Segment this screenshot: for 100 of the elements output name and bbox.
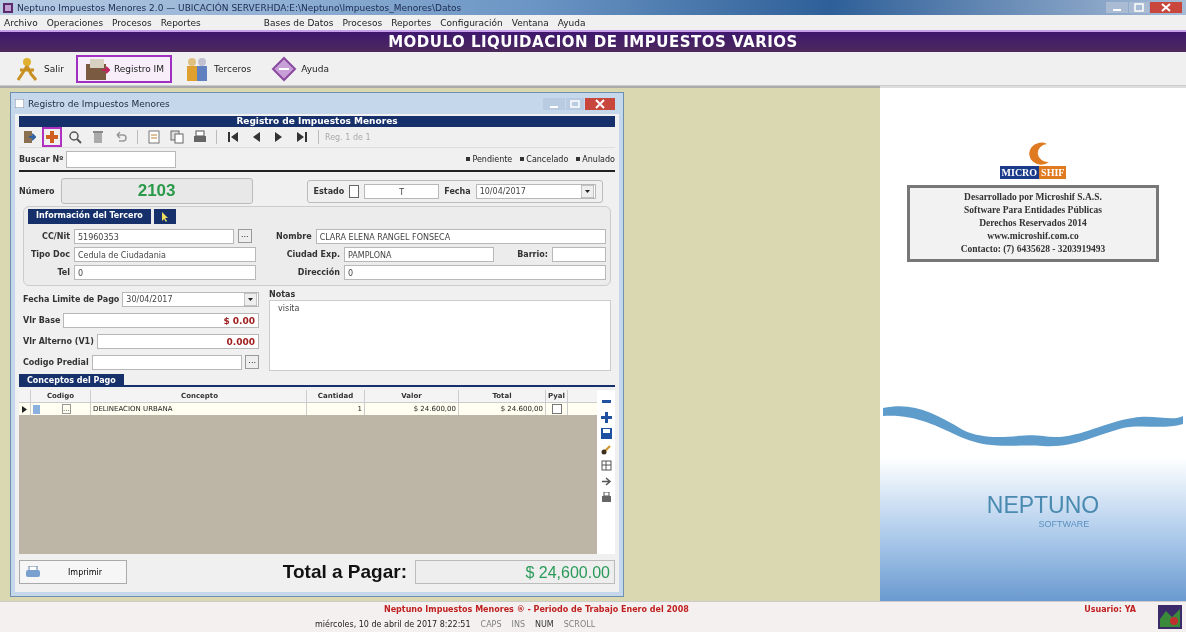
- field-label: Número: [19, 186, 55, 196]
- window-title: Registro de Impuestos Menores: [28, 98, 170, 109]
- product-subtitle: SOFTWARE: [1038, 519, 1090, 529]
- amount-field[interactable]: $ 0.00: [63, 312, 259, 328]
- status-field[interactable]: T: [364, 183, 440, 199]
- key-indicator: CAPS: [480, 619, 502, 629]
- copy-icon: [170, 130, 184, 144]
- legend-label: Cancelado: [526, 154, 569, 164]
- printer-icon[interactable]: [600, 492, 612, 503]
- trash-icon: [91, 130, 105, 144]
- document-type-field[interactable]: Cedula de Ciudadania: [74, 246, 256, 262]
- neighborhood-field[interactable]: [552, 246, 606, 262]
- id-field[interactable]: 51960353: [74, 228, 234, 244]
- phone-field[interactable]: 0: [74, 264, 256, 280]
- status-user: Usuario: YA: [1084, 605, 1136, 614]
- form-title: Registro de Impuestos Menores: [236, 116, 398, 126]
- menu-item[interactable]: Procesos: [112, 17, 152, 28]
- toolbar-button[interactable]: Registro IM: [75, 54, 173, 83]
- record-position: Reg. 1 de 1: [325, 132, 371, 142]
- plus-icon: [45, 130, 59, 144]
- field-label: Ciudad Exp.: [285, 249, 340, 259]
- info-line: Contacto: (7) 6435628 - 3203919493: [960, 243, 1106, 256]
- field-label: Fecha Limite de Pago: [23, 294, 120, 304]
- notes-field[interactable]: visita: [269, 300, 611, 371]
- brush-icon[interactable]: [600, 444, 612, 455]
- total-label: Total a Pagar:: [282, 561, 407, 583]
- date-field[interactable]: 30/04/2017: [122, 291, 259, 307]
- document-icon: [147, 130, 161, 144]
- logo-text: MICRO: [999, 166, 1040, 179]
- floppy-icon[interactable]: [600, 428, 612, 439]
- door-icon: [22, 130, 36, 144]
- form-icon: [15, 99, 24, 108]
- menu-item[interactable]: Reportes: [391, 17, 432, 28]
- caret-icon: [580, 184, 594, 198]
- close-icon[interactable]: [1150, 2, 1182, 13]
- menu-item[interactable]: Ventana: [511, 17, 549, 28]
- section-header: Información del Tercero: [28, 209, 151, 224]
- row-pointer-icon: [22, 405, 27, 413]
- info-line: Software Para Entidades Públicas: [964, 204, 1102, 217]
- logo-text: SHIF: [1039, 166, 1067, 179]
- field-label: Vlr Alterno (V1): [23, 336, 94, 346]
- field-label: Tipo Doc: [29, 249, 70, 259]
- toolbar-button[interactable]: Salir: [6, 54, 72, 83]
- search-field[interactable]: [65, 150, 176, 168]
- date-field[interactable]: 10/04/2017: [475, 183, 596, 199]
- menu-item[interactable]: Operaciones: [46, 17, 104, 28]
- address-field[interactable]: 0: [344, 264, 606, 280]
- field-label: Vlr Base: [23, 315, 61, 325]
- print-button[interactable]: Imprimir: [19, 560, 127, 584]
- field-label: CC/Nit: [41, 231, 70, 241]
- toolbar-button[interactable]: Terceros: [176, 54, 260, 83]
- field-label: Notas: [269, 290, 297, 299]
- caret-icon: [244, 292, 257, 306]
- plus-icon[interactable]: [600, 412, 612, 423]
- menu-item[interactable]: Ayuda: [557, 17, 586, 28]
- cursor-icon[interactable]: [153, 209, 176, 224]
- printer-icon: [26, 566, 40, 578]
- menu-item[interactable]: Procesos: [342, 17, 383, 28]
- key-indicator: SCROLL: [563, 619, 596, 629]
- name-field[interactable]: CLARA ELENA RANGEL FONSECA: [315, 228, 606, 244]
- field-label: Dirección: [296, 267, 340, 277]
- city-field[interactable]: PAMPLONA: [344, 246, 494, 262]
- skip-first-icon: [226, 130, 240, 144]
- window-title: Neptuno Impuestos Menores 2.0 — UBICACIÓN SERVERHDA:E:\Neptuno\Impuestos_Menores\Datos: [17, 2, 462, 13]
- field-label: Tel: [56, 267, 70, 277]
- amount-field[interactable]: 0.000: [96, 333, 259, 349]
- info-line: Desarrollado por Microshif S.A.S.: [964, 191, 1102, 204]
- diamond-icon: [271, 55, 298, 82]
- grid-icon[interactable]: [600, 460, 612, 471]
- field-label: Estado: [313, 186, 345, 196]
- banner-title: MODULO LIQUIDACION DE IMPUESTOS VARIOS: [388, 33, 798, 51]
- menu-item[interactable]: Bases de Datos: [263, 17, 334, 28]
- checkbox[interactable]: [349, 184, 360, 198]
- key-indicator: NUM: [534, 619, 554, 629]
- property-code-field[interactable]: [91, 354, 243, 370]
- menu-item[interactable]: Archivo: [4, 17, 38, 28]
- skip-last-icon: [295, 130, 309, 144]
- printer-icon: [193, 130, 207, 144]
- square-icon: [33, 404, 40, 414]
- field-label: Buscar Nº: [19, 154, 64, 164]
- toolbar-button[interactable]: Ayuda: [263, 54, 338, 83]
- lookup-button[interactable]: ...: [245, 355, 259, 369]
- section-header: Conceptos del Pago: [19, 374, 124, 387]
- menu-item[interactable]: Configuración: [440, 17, 503, 28]
- info-line: Derechos Reservados 2014: [979, 217, 1087, 230]
- key-indicator: INS: [511, 619, 525, 629]
- checkbox[interactable]: [551, 404, 562, 414]
- lookup-button[interactable]: ...: [238, 229, 252, 243]
- field-label: Barrio:: [516, 249, 548, 259]
- arrow-icon[interactable]: [600, 476, 612, 487]
- close-icon[interactable]: [585, 97, 615, 110]
- info-line: www.microshif.com.co: [987, 230, 1079, 243]
- status-message: Neptuno Impuestos Menores ® - Periodo de Trabajo Enero del 2008: [384, 605, 689, 614]
- legend-label: Anulado: [582, 154, 615, 164]
- status-datetime: miércoles, 10 de abril de 2017 8:22:51: [315, 619, 471, 629]
- field-label: Codigo Predial: [23, 357, 89, 367]
- app-logo-icon: [1158, 605, 1182, 629]
- number-display: 2103: [60, 178, 253, 204]
- field-label: Nombre: [275, 231, 312, 241]
- menu-item[interactable]: Reportes: [160, 17, 201, 28]
